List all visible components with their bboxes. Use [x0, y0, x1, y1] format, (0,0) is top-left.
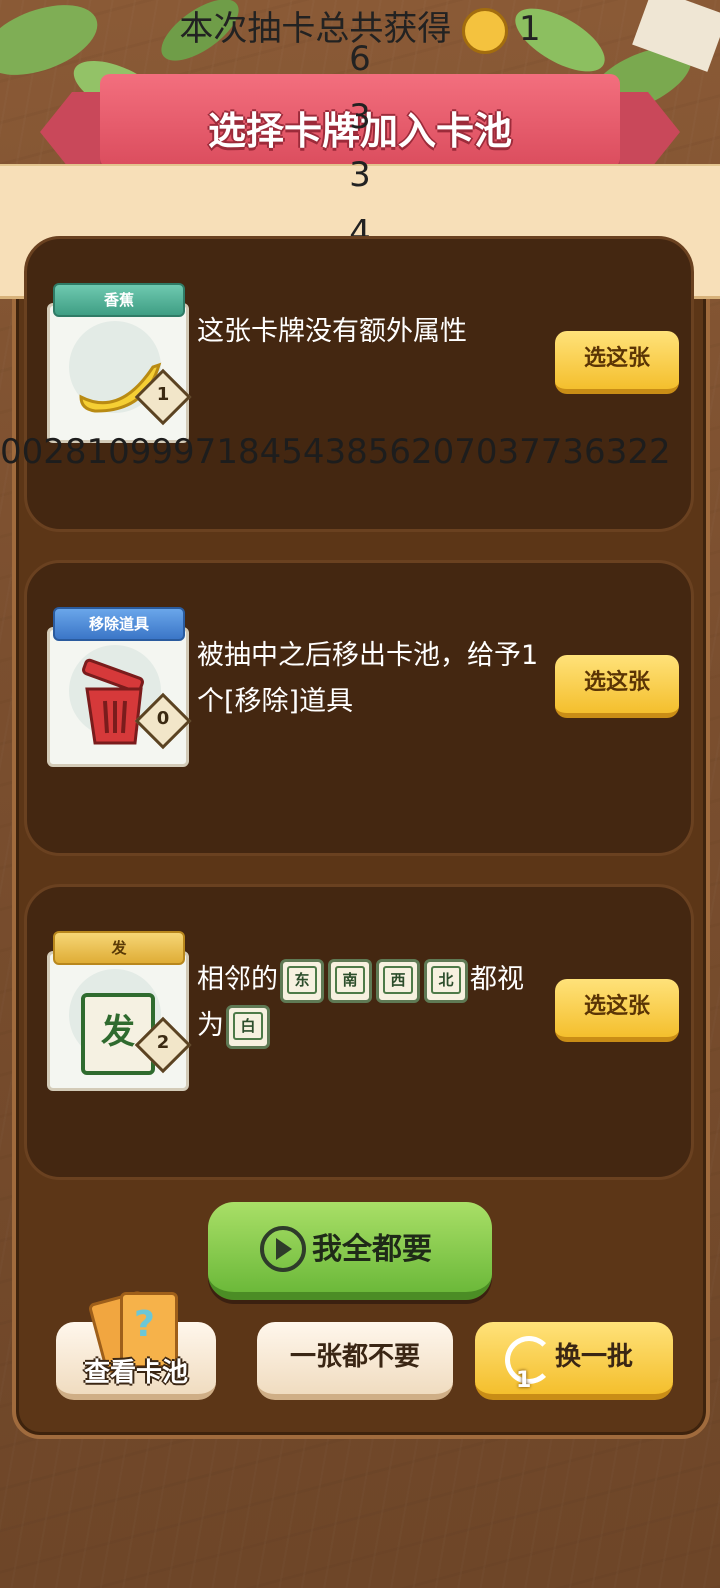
tile-east: 东: [280, 958, 324, 1003]
tile-west: 西: [376, 958, 420, 1003]
tile-south: 南: [328, 958, 372, 1003]
long-number: 0028109997184543856207037736322: [0, 432, 671, 472]
view-pool-label: 查看卡池: [83, 1358, 188, 1388]
play-icon: [260, 1226, 306, 1272]
tile-north: 北: [424, 958, 468, 1003]
card-tag: 移除道具: [53, 607, 185, 641]
stacked-number: 3: [349, 155, 371, 195]
card-description: 被抽中之后移出卡池，给予1个[移除]道具: [197, 640, 539, 717]
card-banana: 香蕉 1: [47, 283, 192, 443]
want-all-button[interactable]: 我全都要: [208, 1202, 492, 1300]
tile-white: 白: [226, 1004, 270, 1049]
card-option-fa: 发 发 2 相邻的东南西北都视 为白 选这张: [24, 884, 694, 1180]
card-tag: 香蕉: [53, 283, 185, 317]
select-card-button[interactable]: 选这张: [555, 979, 679, 1042]
stacked-number: 3: [349, 97, 371, 137]
stacked-number: 6: [349, 39, 371, 79]
card-option-banana: 香蕉 1 这张卡牌没有额外属性 选这张: [24, 236, 694, 532]
card-remove: 移除道具 0: [47, 607, 192, 767]
card-fa: 发 发 2: [47, 931, 192, 1091]
card-description: 这张卡牌没有额外属性: [197, 316, 467, 347]
card-description: 相邻的东南西北都视 为白: [197, 957, 557, 1049]
want-none-button[interactable]: 一张都不要: [257, 1322, 453, 1400]
swap-count: 1: [516, 1368, 532, 1393]
card-tag: 发: [53, 931, 185, 965]
select-card-button[interactable]: 选这张: [555, 655, 679, 718]
select-card-button[interactable]: 选这张: [555, 331, 679, 394]
card-option-remove: 移除道具 0 被抽中之后移出卡池，给予1个[移除]道具 选这张: [24, 560, 694, 856]
